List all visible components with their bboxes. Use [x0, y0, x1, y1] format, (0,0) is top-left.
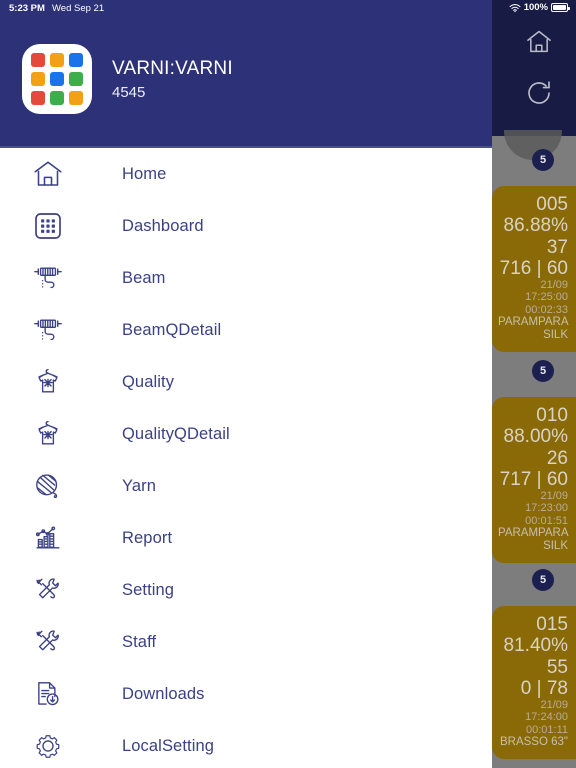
machine-counts: 717 | 60	[499, 468, 568, 490]
machine-timestamp: 21/09 17:23:00	[525, 490, 568, 515]
machine-badge: 5	[532, 149, 554, 171]
menu-item-label: Quality	[122, 372, 175, 391]
menu-item-report[interactable]: Report	[0, 512, 492, 564]
machine-badge: 5	[532, 569, 554, 591]
status-indicators: 100%	[509, 2, 570, 13]
machine-card[interactable]: 010 88.00% 26 717 | 60 21/09 17:23:00 00…	[492, 397, 576, 563]
menu-item-label: Beam	[122, 268, 166, 287]
menu-item-home[interactable]: Home	[0, 148, 492, 200]
home-icon[interactable]	[524, 28, 554, 56]
menu-item-label: BeamQDetail	[122, 320, 222, 339]
brand-row: VARNI:VARNI 4545	[22, 44, 233, 114]
logo-cell	[31, 72, 45, 86]
machine-timestamp: 21/09 17:25:00	[525, 279, 568, 304]
menu-item-dashboard[interactable]: Dashboard	[0, 200, 492, 252]
menu-item-downloads[interactable]: Downloads	[0, 668, 492, 720]
bar-chart-icon	[26, 521, 70, 555]
menu-item-label: LocalSetting	[122, 736, 215, 755]
menu-item-label: Home	[122, 164, 167, 183]
menu-item-label: Setting	[122, 580, 175, 599]
machine-duration: 00:01:51	[525, 514, 568, 527]
machine-counts: 0 | 78	[520, 677, 568, 699]
navigation-drawer: VARNI:VARNI 4545 Home Dashboard Beam Bea…	[0, 0, 492, 768]
logo-cell	[50, 53, 64, 67]
menu-item-label: QualityQDetail	[122, 424, 230, 443]
machine-quality-name: PARAMPARA SILK	[498, 316, 569, 341]
battery-full-icon	[551, 3, 570, 12]
app-grid-logo	[22, 44, 92, 114]
brand-text: VARNI:VARNI 4545	[112, 58, 233, 101]
machine-number: 005	[536, 194, 568, 215]
machine-pick: 26	[546, 447, 568, 469]
menu-item-beam[interactable]: Beam	[0, 252, 492, 304]
machine-efficiency: 88.00%	[503, 426, 568, 448]
battery-percent: 100%	[523, 2, 548, 13]
machine-efficiency: 86.88%	[503, 215, 568, 237]
drawer-header: VARNI:VARNI 4545	[0, 0, 492, 148]
menu-item-setting[interactable]: Setting	[0, 564, 492, 616]
menu-item-staff[interactable]: Staff	[0, 616, 492, 668]
machine-efficiency: 81.40%	[503, 635, 568, 657]
menu-item-qualityqdetail[interactable]: QualityQDetail	[0, 408, 492, 460]
wifi-icon	[509, 3, 521, 13]
machine-number: 015	[536, 614, 568, 635]
machine-card[interactable]: 005 86.88% 37 716 | 60 21/09 17:25:00 00…	[492, 186, 576, 352]
menu-item-label: Report	[122, 528, 173, 547]
status-date: Wed Sep 21	[52, 3, 105, 14]
menu-item-label: Yarn	[122, 476, 157, 495]
logo-cell	[69, 53, 83, 67]
menu-item-label: Dashboard	[122, 216, 204, 235]
logo-cell	[50, 72, 64, 86]
yarn-ball-icon	[26, 469, 70, 503]
menu-item-label: Downloads	[122, 684, 205, 703]
gear-icon	[26, 729, 70, 763]
dashboard-grid-icon	[26, 209, 70, 243]
machine-quality-name: BRASSO 63"	[499, 736, 568, 748]
machine-pick: 37	[546, 236, 568, 258]
document-download-icon	[26, 677, 70, 711]
logo-cell	[31, 91, 45, 105]
home-icon	[26, 157, 70, 191]
tools-cross-icon	[26, 625, 70, 659]
tshirt-hanger-icon	[26, 365, 70, 399]
menu-item-yarn[interactable]: Yarn	[0, 460, 492, 512]
tshirt-hanger-icon	[26, 417, 70, 451]
logo-cell	[31, 53, 45, 67]
machine-card[interactable]: 015 81.40% 55 0 | 78 21/09 17:24:00 00:0…	[492, 606, 576, 759]
drawer-menu: Home Dashboard Beam BeamQDetail Quality …	[0, 148, 492, 768]
menu-item-quality[interactable]: Quality	[0, 356, 492, 408]
machine-counts: 716 | 60	[499, 257, 568, 279]
tools-cross-icon	[26, 573, 70, 607]
logo-cell	[69, 91, 83, 105]
status-time: 5:23 PM	[9, 3, 45, 14]
menu-item-localsetting[interactable]: LocalSetting	[0, 720, 492, 768]
machine-quality-name: PARAMPARA SILK	[498, 527, 569, 552]
company-name: VARNI:VARNI	[112, 57, 233, 79]
machine-badge: 5	[532, 360, 554, 382]
menu-item-label: Staff	[122, 632, 157, 651]
machine-timestamp: 21/09 17:24:00	[525, 699, 568, 724]
logo-cell	[50, 91, 64, 105]
beam-roller-icon	[26, 261, 70, 295]
beam-roller-icon	[26, 313, 70, 347]
machine-duration: 00:01:11	[525, 723, 568, 736]
menu-item-beamqdetail[interactable]: BeamQDetail	[0, 304, 492, 356]
company-code: 4545	[112, 83, 146, 101]
status-bar: 5:23 PM Wed Sep 21 100%	[0, 0, 576, 16]
logo-cell	[69, 72, 83, 86]
refresh-icon[interactable]	[524, 78, 554, 108]
machine-duration: 00:02:33	[525, 303, 568, 316]
machine-pick: 55	[546, 656, 568, 678]
machine-number: 010	[536, 405, 568, 426]
